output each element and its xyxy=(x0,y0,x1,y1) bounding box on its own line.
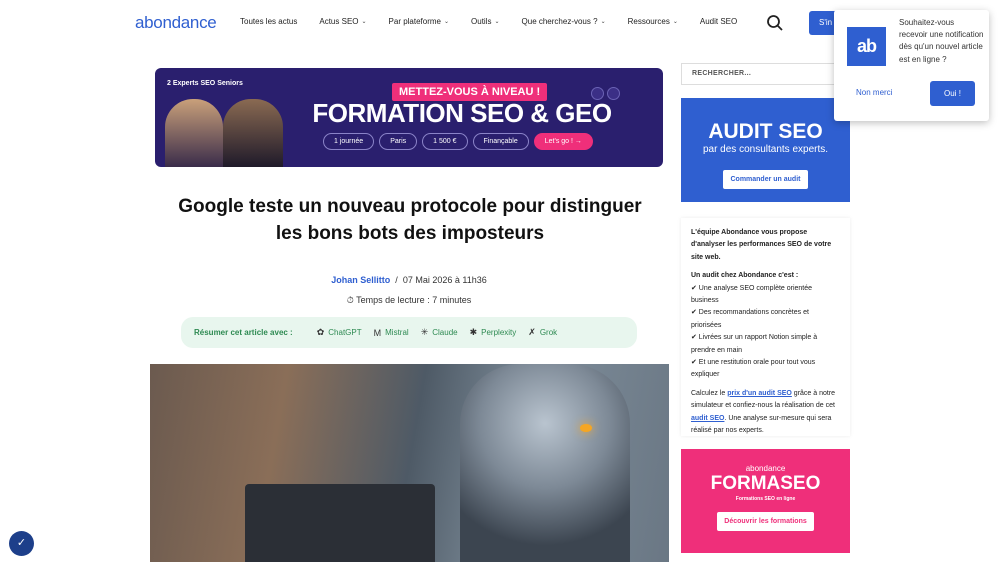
nav-item-par-plateforme[interactable]: Par plateforme ⌄ xyxy=(389,17,450,26)
mistral-icon: M xyxy=(373,327,382,338)
summarize-box: Résumer cet article avec : ✿ ChatGPT M Mis… xyxy=(181,317,637,348)
nav-label: Actus SEO xyxy=(319,17,359,26)
promo-cta-button[interactable]: Let's go ! → xyxy=(533,133,593,150)
meta-separator: / xyxy=(395,275,398,285)
nav-item-audit-seo[interactable]: Audit SEO xyxy=(700,17,737,26)
nav-item-toutes-les-actus[interactable]: Toutes les actus xyxy=(240,17,297,26)
promo-pill: 1 500 € xyxy=(422,133,468,150)
accept-button[interactable]: Oui ! xyxy=(930,81,975,106)
expert-photo xyxy=(165,99,223,167)
promo-pill: Finançable xyxy=(472,133,529,150)
info-item: ✔ Et une restitution orale pour tout vou… xyxy=(691,359,816,379)
robot-illustration xyxy=(460,364,630,562)
nav-label: Ressources xyxy=(627,17,670,26)
promo-badge: 2 Experts SEO Seniors xyxy=(167,80,243,87)
order-audit-button[interactable]: Commander un audit xyxy=(723,170,808,189)
main-nav: Toutes les actus Actus SEO ⌄ Par platefor… xyxy=(240,17,759,26)
audit-seo-link[interactable]: audit SEO xyxy=(691,415,724,422)
nav-label: Outils xyxy=(471,17,492,26)
discover-trainings-button[interactable]: Découvrir les formations xyxy=(717,512,814,531)
article-title: Google teste un nouveau protocole pour d… xyxy=(178,196,642,244)
notification-message: Souhaitez-vous recevoir une notification… xyxy=(899,18,984,64)
summarize-label: Résumer cet article avec : xyxy=(194,328,293,337)
audit-info-box: L'équipe Abondance vous propose d'analys… xyxy=(681,218,850,436)
promo-pill: 1 journée xyxy=(323,133,375,150)
forma-subtitle: Formations SEO en ligne xyxy=(735,496,796,502)
article-meta: Johan Sellitto / 07 Mai 2026 à 11h36 xyxy=(150,275,668,285)
audit-price-link[interactable]: prix d'un audit SEO xyxy=(727,390,792,397)
robot-eye xyxy=(580,424,592,432)
audit-seo-ad[interactable]: AUDIT SEO par des consultants experts. C… xyxy=(681,98,850,202)
ai-label: Grok xyxy=(539,328,558,337)
nav-item-ressources[interactable]: Ressources ⌄ xyxy=(628,17,678,26)
grok-icon: ✗ xyxy=(528,327,536,337)
cookie-consent-icon[interactable]: ✓ xyxy=(9,531,34,556)
ai-label: ChatGPT xyxy=(328,328,362,337)
expert-photo xyxy=(223,99,283,167)
info-heading: Un audit chez Abondance c'est : xyxy=(691,272,799,280)
info-item: ✔ Une analyse SEO complète orientée busi… xyxy=(691,284,813,305)
decline-button[interactable]: Non merci xyxy=(856,88,892,97)
ai-mistral-button[interactable]: M Mistral xyxy=(374,328,409,338)
nav-label: Toutes les actus xyxy=(240,17,298,26)
stopwatch-icon: ⏱ xyxy=(346,295,354,305)
ai-perplexity-button[interactable]: ✱ Perplexity xyxy=(470,327,517,338)
sidebar-search-input[interactable]: RECHERCHER... xyxy=(681,63,850,85)
claude-icon: ✳ xyxy=(420,327,429,337)
laptop-illustration xyxy=(245,484,435,562)
promo-pill: Paris xyxy=(379,133,418,150)
audit-title: AUDIT SEO xyxy=(708,120,823,143)
ai-label: Mistral xyxy=(385,328,409,337)
ai-claude-button[interactable]: ✳ Claude xyxy=(421,327,458,338)
info-text: Calculez le xyxy=(691,389,728,397)
ai-grok-button[interactable]: ✗ Grok xyxy=(528,327,557,338)
chevron-down-icon: ⌄ xyxy=(672,19,678,25)
forma-brand: abondance xyxy=(745,464,786,473)
training-promo-banner[interactable]: 2 Experts SEO Seniors METTEZ-VOUS À NIVE… xyxy=(155,68,663,167)
article-hero-image xyxy=(150,364,669,562)
reading-time-text: Temps de lecture : 7 minutes xyxy=(356,295,472,305)
audit-subtitle: par des consultants experts. xyxy=(702,144,829,155)
forma-title: FORMASEO xyxy=(710,473,821,494)
chatgpt-icon: ✿ xyxy=(316,327,325,337)
chevron-down-icon: ⌄ xyxy=(444,19,450,25)
reading-time: ⏱ Temps de lecture : 7 minutes xyxy=(150,295,668,306)
info-item: ✔ Livrées sur un rapport Notion simple à… xyxy=(691,334,818,354)
site-logo[interactable]: abondance xyxy=(135,13,217,33)
formaseo-ad[interactable]: abondance FORMASEO Formations SEO en lig… xyxy=(681,449,850,553)
notification-prompt: ab Souhaitez-vous recevoir une notificat… xyxy=(834,10,989,121)
search-icon[interactable] xyxy=(766,14,784,32)
info-item: ✔ Des recommandations concrètes et prior… xyxy=(691,309,809,329)
chevron-down-icon: ⌄ xyxy=(361,19,367,25)
ai-label: Perplexity xyxy=(481,328,517,337)
nav-item-actus-seo[interactable]: Actus SEO ⌄ xyxy=(319,17,366,26)
chevron-down-icon: ⌄ xyxy=(600,19,606,25)
publish-date: 07 Mai 2026 à 11h36 xyxy=(402,275,487,285)
author-link[interactable]: Johan Sellitto xyxy=(331,275,390,285)
nav-label: Audit SEO xyxy=(699,17,738,26)
info-intro: L'équipe Abondance vous propose d'analys… xyxy=(691,229,832,261)
nav-label: Que cherchez-vous ? xyxy=(521,17,598,26)
nav-item-outils[interactable]: Outils ⌄ xyxy=(471,17,499,26)
perplexity-icon: ✱ xyxy=(469,327,478,337)
ai-label: Claude xyxy=(432,328,458,337)
promo-pills: 1 journée Paris 1 500 € Finançable Let's… xyxy=(323,133,593,150)
chevron-down-icon: ⌄ xyxy=(494,19,500,25)
nav-item-que-cherchez-vous[interactable]: Que cherchez-vous ? ⌄ xyxy=(522,17,606,26)
nav-label: Par plateforme xyxy=(388,17,441,26)
abondance-logo: ab xyxy=(847,27,886,66)
promo-headline: FORMATION SEO & GEO xyxy=(312,98,612,128)
ai-chatgpt-button[interactable]: ✿ ChatGPT xyxy=(317,327,362,338)
